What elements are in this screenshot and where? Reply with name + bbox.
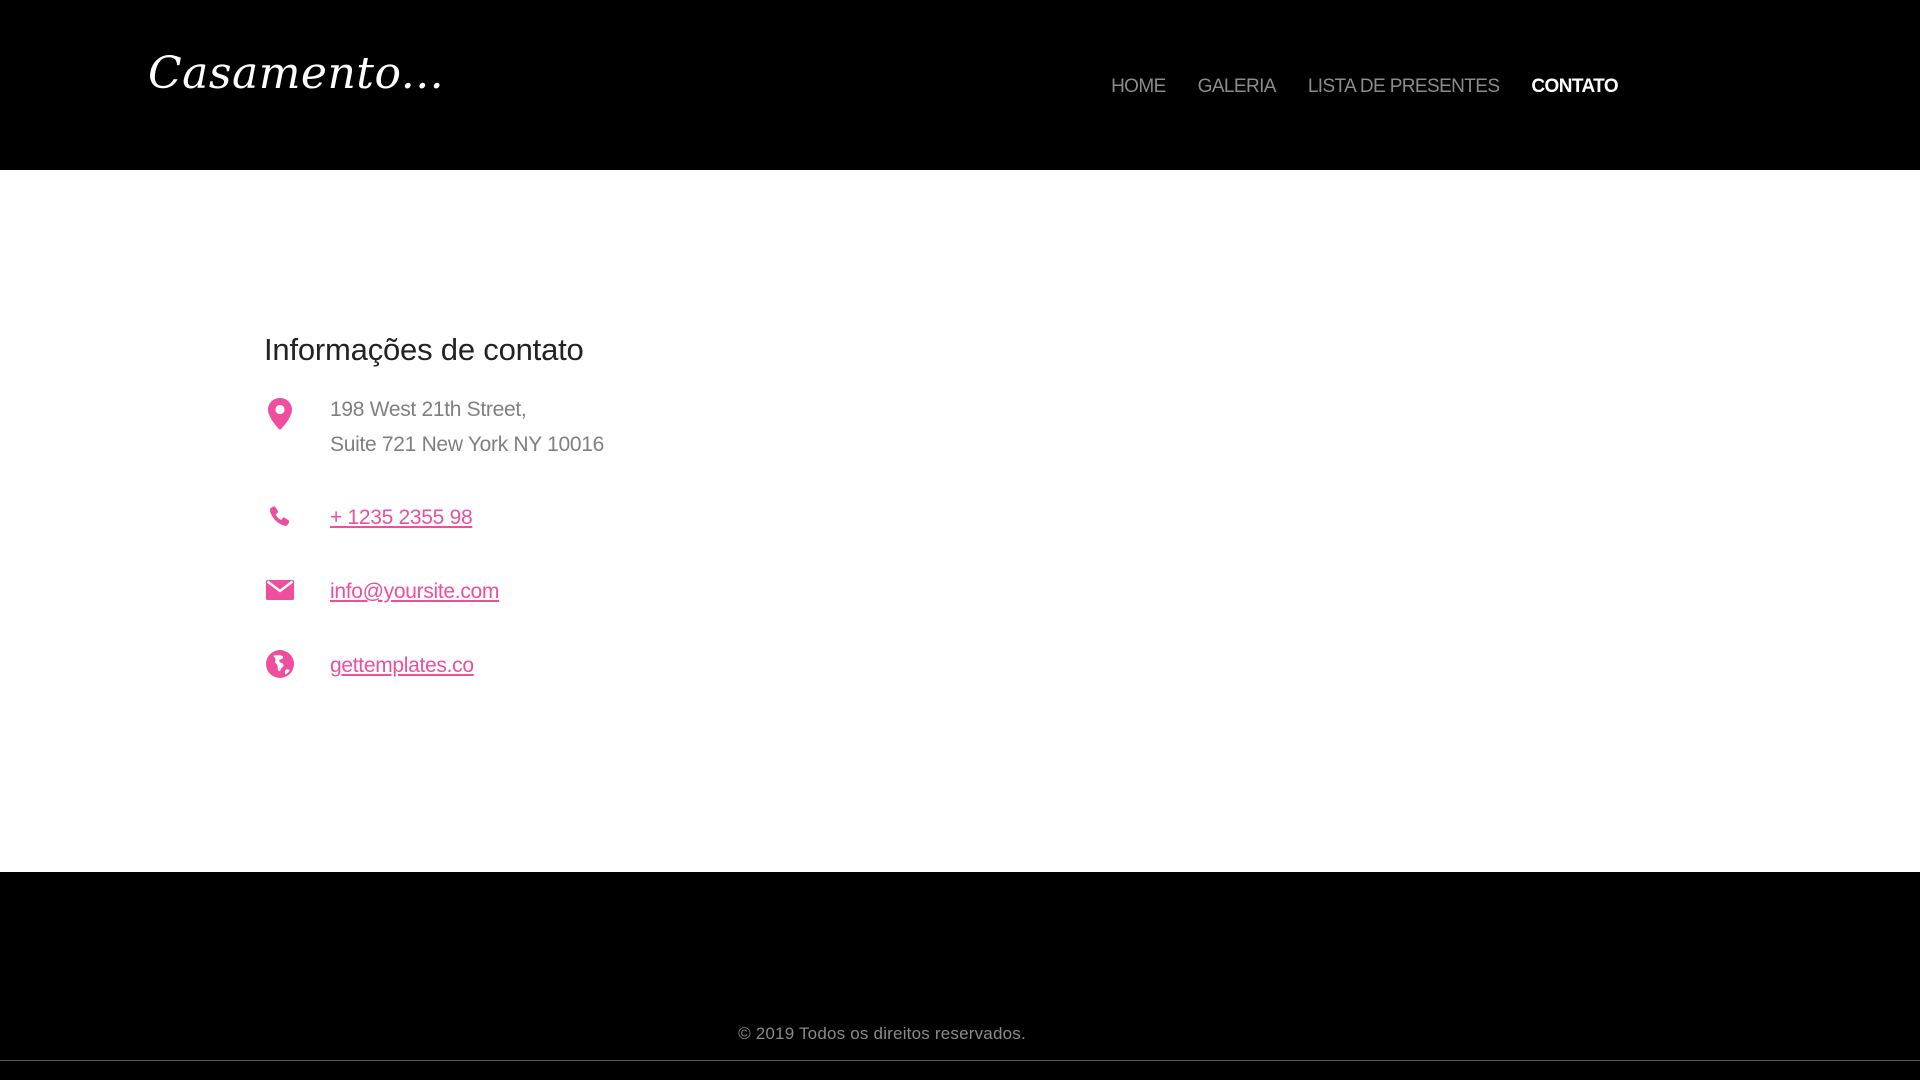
nav-link-galeria[interactable]: GALERIA (1198, 76, 1277, 98)
site-footer: © 2019 Todos os direitos reservados. (0, 872, 1920, 1080)
main-nav-list: HOME GALERIA LISTA DE PRESENTES CONTATO (1079, 76, 1619, 98)
address-text: 198 West 21th Street, Suite 721 New York… (330, 392, 604, 462)
nav-item-lista-de-presentes: LISTA DE PRESENTES (1276, 76, 1500, 98)
phone-link[interactable]: + 1235 2355 98 (330, 500, 473, 535)
copyright-text: © 2019 Todos os direitos reservados. (738, 1024, 1026, 1043)
nav-link-home[interactable]: HOME (1111, 76, 1166, 98)
nav-item-home: HOME (1079, 76, 1166, 98)
page: Casamento... HOME GALERIA LISTA DE PRESE… (0, 0, 1920, 1080)
contact-section: Informações de contato 198 West 21th Str… (264, 330, 1064, 678)
address-line-2: Suite 721 New York NY 10016 (330, 433, 605, 456)
email-link[interactable]: info@yoursite.com (330, 574, 499, 609)
nav-link-lista-de-presentes[interactable]: LISTA DE PRESENTES (1308, 76, 1500, 98)
map-marker-icon (264, 398, 296, 430)
globe-icon (264, 648, 296, 680)
envelope-icon (264, 574, 296, 606)
nav-link-contato[interactable]: CONTATO (1531, 76, 1618, 98)
phone-icon (264, 500, 296, 532)
nav-item-galeria: GALERIA (1166, 76, 1277, 98)
footer-divider (0, 1060, 1920, 1061)
site-header: Casamento... HOME GALERIA LISTA DE PRESE… (0, 0, 1920, 170)
website-link[interactable]: gettemplates.co (330, 648, 474, 683)
nav-item-contato: CONTATO (1499, 76, 1618, 98)
address-line-1: 198 West 21th Street, (330, 398, 527, 421)
contact-heading: Informações de contato (264, 332, 584, 367)
brand-logo[interactable]: Casamento... (148, 52, 444, 96)
